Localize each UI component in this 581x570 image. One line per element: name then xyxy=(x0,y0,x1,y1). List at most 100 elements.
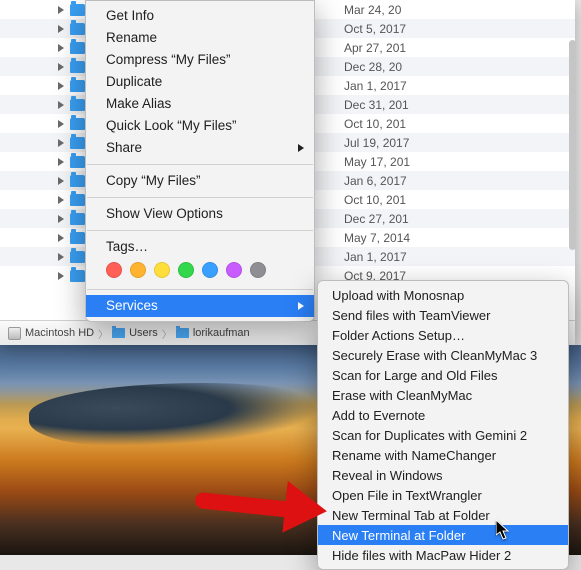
menu-label: Services xyxy=(106,298,158,313)
file-date: Jul 19, 2017 xyxy=(340,136,575,150)
menu-item-get-info[interactable]: Get Info xyxy=(86,5,314,27)
disclosure-triangle-icon[interactable] xyxy=(58,158,64,166)
services-item[interactable]: Rename with NameChanger xyxy=(318,445,568,465)
menu-item-rename[interactable]: Rename xyxy=(86,27,314,49)
tag-dot[interactable] xyxy=(154,262,170,278)
menu-item-duplicate[interactable]: Duplicate xyxy=(86,71,314,93)
disclosure-triangle-icon[interactable] xyxy=(58,6,64,14)
menu-label: New Terminal Tab at Folder xyxy=(332,508,490,523)
menu-item-copy[interactable]: Copy “My Files” xyxy=(86,170,314,192)
folder-icon xyxy=(70,156,85,168)
menu-label: Make Alias xyxy=(106,96,171,111)
file-date: Oct 5, 2017 xyxy=(340,22,575,36)
context-menu: Get Info Rename Compress “My Files” Dupl… xyxy=(85,0,315,322)
file-date: Jan 1, 2017 xyxy=(340,79,575,93)
submenu-indicator-icon xyxy=(298,144,304,152)
disclosure-triangle-icon[interactable] xyxy=(58,101,64,109)
folder-icon xyxy=(70,137,85,149)
tags-row xyxy=(86,258,314,284)
file-date: Apr 27, 201 xyxy=(340,41,575,55)
disclosure-triangle-icon[interactable] xyxy=(58,63,64,71)
menu-label: Compress “My Files” xyxy=(106,52,231,67)
folder-icon xyxy=(70,4,85,16)
folder-icon xyxy=(70,61,85,73)
folder-icon xyxy=(70,99,85,111)
menu-item-show-view-options[interactable]: Show View Options xyxy=(86,203,314,225)
chevron-right-icon: 〉 xyxy=(162,326,172,341)
menu-label: Folder Actions Setup… xyxy=(332,328,465,343)
menu-item-compress[interactable]: Compress “My Files” xyxy=(86,49,314,71)
menu-item-services[interactable]: Services xyxy=(86,295,314,317)
menu-separator xyxy=(87,289,313,290)
path-crumb-disk[interactable]: Macintosh HD xyxy=(8,327,94,340)
file-date: May 7, 2014 xyxy=(340,231,575,245)
services-item[interactable]: Securely Erase with CleanMyMac 3 xyxy=(318,345,568,365)
services-item[interactable]: Send files with TeamViewer xyxy=(318,305,568,325)
menu-label: Scan for Large and Old Files xyxy=(332,368,497,383)
folder-icon xyxy=(70,80,85,92)
disclosure-triangle-icon[interactable] xyxy=(58,215,64,223)
menu-item-quick-look[interactable]: Quick Look “My Files” xyxy=(86,115,314,137)
services-item[interactable]: Add to Evernote xyxy=(318,405,568,425)
disclosure-triangle-icon[interactable] xyxy=(58,234,64,242)
folder-icon xyxy=(70,251,85,263)
menu-label: Share xyxy=(106,140,142,155)
services-item[interactable]: Erase with CleanMyMac xyxy=(318,385,568,405)
folder-icon xyxy=(70,42,85,54)
menu-item-tags[interactable]: Tags… xyxy=(86,236,314,258)
menu-label: Open File in TextWrangler xyxy=(332,488,482,503)
services-item[interactable]: Open File in TextWrangler xyxy=(318,485,568,505)
menu-label: Rename with NameChanger xyxy=(332,448,496,463)
services-item[interactable]: Scan for Large and Old Files xyxy=(318,365,568,385)
file-date: May 17, 201 xyxy=(340,155,575,169)
disclosure-triangle-icon[interactable] xyxy=(58,196,64,204)
tag-dot[interactable] xyxy=(178,262,194,278)
menu-label: Upload with Monosnap xyxy=(332,288,464,303)
file-date: Oct 10, 201 xyxy=(340,193,575,207)
folder-icon xyxy=(70,213,85,225)
disclosure-triangle-icon[interactable] xyxy=(58,82,64,90)
folder-icon xyxy=(70,270,85,282)
menu-label: Send files with TeamViewer xyxy=(332,308,491,323)
file-date: Dec 27, 201 xyxy=(340,212,575,226)
services-item[interactable]: New Terminal Tab at Folder xyxy=(318,505,568,525)
disclosure-triangle-icon[interactable] xyxy=(58,177,64,185)
services-item[interactable]: Hide files with MacPaw Hider 2 xyxy=(318,545,568,565)
tag-dot[interactable] xyxy=(106,262,122,278)
services-item[interactable]: New Terminal at Folder xyxy=(318,525,568,545)
menu-label: Securely Erase with CleanMyMac 3 xyxy=(332,348,537,363)
disclosure-triangle-icon[interactable] xyxy=(58,44,64,52)
tag-dot[interactable] xyxy=(130,262,146,278)
file-date: Jan 1, 2017 xyxy=(340,250,575,264)
services-item[interactable]: Reveal in Windows xyxy=(318,465,568,485)
services-item[interactable]: Scan for Duplicates with Gemini 2 xyxy=(318,425,568,445)
tag-dot[interactable] xyxy=(202,262,218,278)
menu-label: Quick Look “My Files” xyxy=(106,118,237,133)
tag-dot[interactable] xyxy=(226,262,242,278)
menu-item-make-alias[interactable]: Make Alias xyxy=(86,93,314,115)
chevron-right-icon: 〉 xyxy=(98,326,108,341)
disclosure-triangle-icon[interactable] xyxy=(58,120,64,128)
disclosure-triangle-icon[interactable] xyxy=(58,25,64,33)
folder-icon xyxy=(70,175,85,187)
services-item[interactable]: Upload with Monosnap xyxy=(318,285,568,305)
folder-icon xyxy=(112,328,125,338)
disclosure-triangle-icon[interactable] xyxy=(58,272,64,280)
menu-label: Scan for Duplicates with Gemini 2 xyxy=(332,428,527,443)
mouse-cursor-icon xyxy=(496,520,510,540)
folder-icon xyxy=(70,118,85,130)
menu-separator xyxy=(87,164,313,165)
path-crumb-users[interactable]: Users xyxy=(112,327,158,339)
scrollbar[interactable] xyxy=(569,40,576,250)
menu-item-share[interactable]: Share xyxy=(86,137,314,159)
menu-label: Copy “My Files” xyxy=(106,173,201,188)
submenu-indicator-icon xyxy=(298,302,304,310)
tag-dot[interactable] xyxy=(250,262,266,278)
folder-icon xyxy=(176,328,189,338)
file-date: Jan 6, 2017 xyxy=(340,174,575,188)
disclosure-triangle-icon[interactable] xyxy=(58,253,64,261)
menu-label: Reveal in Windows xyxy=(332,468,443,483)
disclosure-triangle-icon[interactable] xyxy=(58,139,64,147)
services-item[interactable]: Folder Actions Setup… xyxy=(318,325,568,345)
path-crumb-user[interactable]: lorikaufman xyxy=(176,327,250,339)
